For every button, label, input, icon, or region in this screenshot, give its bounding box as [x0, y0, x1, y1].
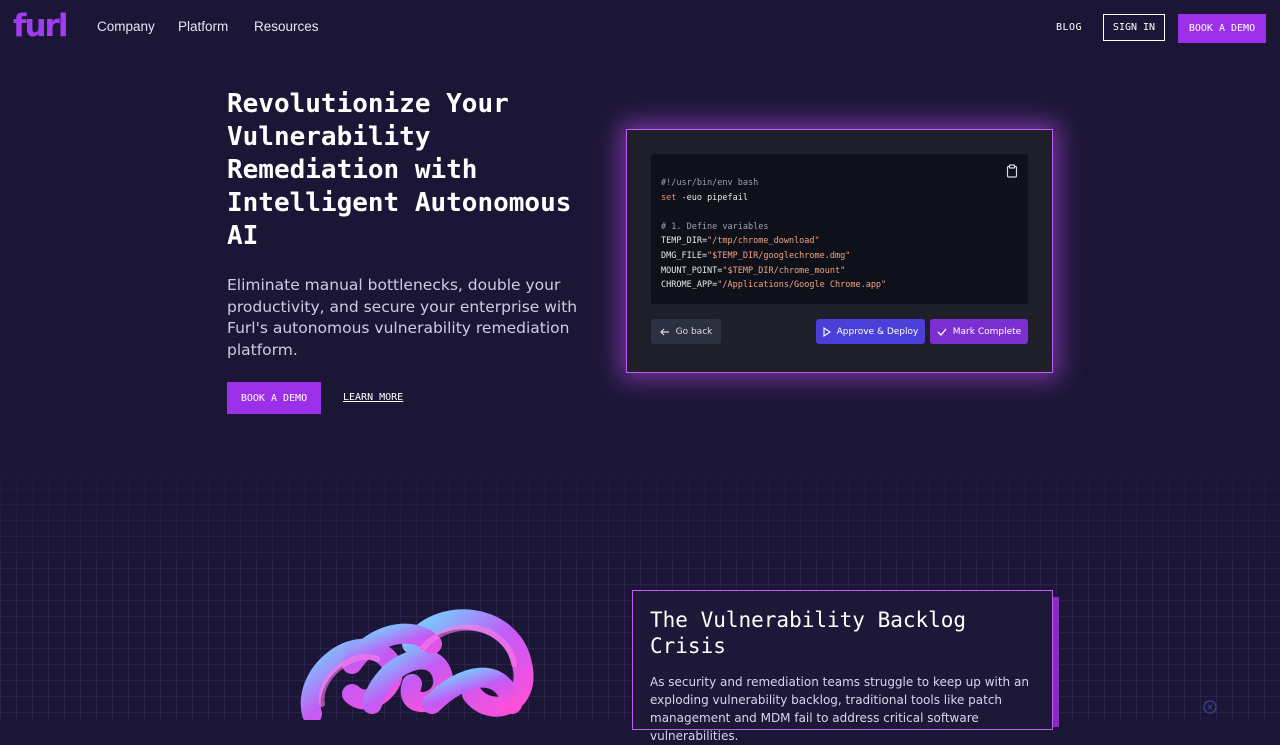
checkmark-icon	[937, 328, 947, 336]
code-line: set -euo pipefail	[661, 191, 886, 206]
approve-deploy-button[interactable]: Approve & Deploy	[816, 319, 925, 344]
book-demo-nav-button[interactable]: BOOK A DEMO	[1178, 14, 1266, 43]
code-string: "$TEMP_DIR/chrome_mount"	[722, 265, 846, 276]
abstract-3d-blob	[300, 609, 534, 720]
code-line: TEMP_DIR="/tmp/chrome_download"	[661, 234, 886, 249]
hero-subtitle: Eliminate manual bottlenecks, double you…	[227, 276, 578, 359]
mark-complete-button[interactable]: Mark Complete	[930, 319, 1028, 344]
code-string: "/tmp/chrome_download"	[707, 236, 820, 247]
chat-widget-icon[interactable]	[1203, 700, 1217, 714]
code-string: "$TEMP_DIR/googlechrome.dmg"	[707, 250, 851, 261]
code-preview-card: #!/usr/bin/env bash set -euo pipefail # …	[626, 129, 1053, 373]
code-var: MOUNT_POINT=	[661, 265, 723, 276]
nav-link-resources[interactable]: Resources	[254, 19, 319, 34]
code-lines: #!/usr/bin/env bash set -euo pipefail # …	[661, 176, 886, 293]
copy-icon[interactable]	[1006, 164, 1018, 178]
backlog-text: As security and remediation teams strugg…	[650, 675, 1029, 743]
backlog-title: The Vulnerability Backlog Crisis	[650, 608, 967, 658]
code-line-rest: -euo pipefail	[676, 192, 749, 203]
code-line: MOUNT_POINT="$TEMP_DIR/chrome_mount"	[661, 264, 886, 279]
approve-deploy-label: Approve & Deploy	[836, 326, 919, 337]
nav-link-platform[interactable]: Platform	[178, 19, 228, 34]
code-string: "/Applications/Google Chrome.app"	[717, 280, 887, 291]
nav-link-company[interactable]: Company	[97, 19, 155, 34]
go-back-button[interactable]: Go back	[651, 319, 721, 344]
code-var: TEMP_DIR=	[661, 236, 708, 247]
hero-title: Revolutionize Your Vulnerability Remedia…	[227, 89, 572, 251]
sign-in-button[interactable]: SIGN IN	[1103, 14, 1165, 41]
code-var: CHROME_APP=	[661, 280, 718, 291]
top-navigation: furl Company Platform Resources BLOG SIG…	[0, 0, 1280, 56]
code-line: CHROME_APP="/Applications/Google Chrome.…	[661, 278, 886, 293]
furl-logo[interactable]: furl	[13, 8, 69, 44]
go-back-label: Go back	[675, 326, 713, 337]
play-icon	[823, 326, 831, 337]
arrow-left-icon	[659, 328, 669, 335]
code-var: DMG_FILE=	[661, 250, 708, 261]
code-line: #!/usr/bin/env bash	[661, 178, 759, 188]
nav-link-blog[interactable]: BLOG	[1056, 22, 1082, 33]
learn-more-link[interactable]: LEARN MORE	[343, 392, 403, 403]
code-keyword: set	[661, 192, 677, 203]
book-demo-hero-button[interactable]: BOOK A DEMO	[227, 382, 321, 414]
code-line: # 1. Define variables	[661, 221, 769, 232]
code-block: #!/usr/bin/env bash set -euo pipefail # …	[651, 154, 1028, 304]
backlog-crisis-card: The Vulnerability Backlog Crisis As secu…	[632, 590, 1053, 743]
mark-complete-label: Mark Complete	[952, 326, 1022, 337]
code-line: DMG_FILE="$TEMP_DIR/googlechrome.dmg"	[661, 249, 886, 264]
